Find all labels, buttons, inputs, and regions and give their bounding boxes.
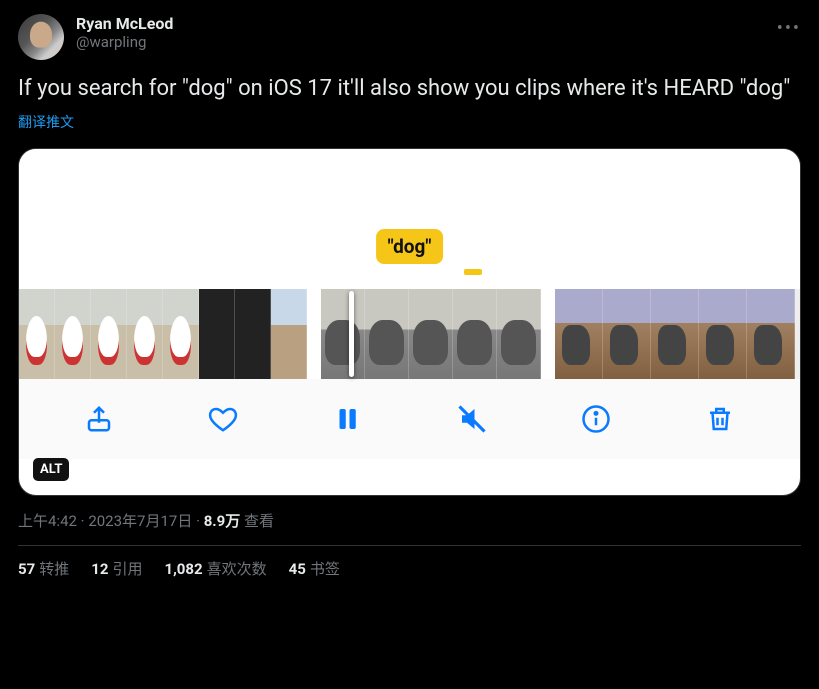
tweet-time: 上午4:42 bbox=[18, 512, 77, 530]
tweet-header: Ryan McLeod @warpling ••• bbox=[18, 14, 801, 60]
playhead-indicator[interactable] bbox=[349, 291, 354, 377]
tweet-date: 2023年7月17日 bbox=[88, 512, 192, 530]
clip-group-3[interactable] bbox=[555, 289, 795, 379]
media-card[interactable]: "dog" bbox=[18, 148, 801, 496]
handle: @warpling bbox=[76, 33, 765, 51]
clip-group-2[interactable] bbox=[321, 289, 541, 379]
search-term-badge: "dog" bbox=[376, 229, 444, 264]
info-icon[interactable] bbox=[576, 399, 616, 439]
timeline-marker bbox=[464, 269, 482, 275]
display-name: Ryan McLeod bbox=[76, 14, 765, 33]
views-label: 查看 bbox=[244, 512, 274, 530]
trash-icon[interactable] bbox=[700, 399, 740, 439]
video-filmstrip[interactable] bbox=[19, 289, 800, 379]
tweet-container: Ryan McLeod @warpling ••• If you search … bbox=[0, 0, 819, 589]
alt-badge[interactable]: ALT bbox=[33, 458, 69, 481]
mute-icon[interactable] bbox=[452, 399, 492, 439]
bookmarks-stat[interactable]: 45书签 bbox=[289, 558, 340, 579]
more-icon[interactable]: ••• bbox=[777, 14, 801, 39]
likes-stat[interactable]: 1,082喜欢次数 bbox=[164, 558, 266, 579]
views-count: 8.9万 bbox=[204, 512, 241, 530]
avatar[interactable] bbox=[18, 14, 64, 60]
tweet-meta[interactable]: 上午4:42 · 2023年7月17日 · 8.9万 查看 bbox=[18, 510, 801, 531]
share-icon[interactable] bbox=[79, 399, 119, 439]
stats-row: 57转推 12引用 1,082喜欢次数 45书签 bbox=[18, 558, 801, 579]
clip-group-1[interactable] bbox=[19, 289, 307, 379]
retweets-stat[interactable]: 57转推 bbox=[18, 558, 69, 579]
heart-icon[interactable] bbox=[203, 399, 243, 439]
media-toolbar bbox=[19, 379, 800, 459]
quotes-stat[interactable]: 12引用 bbox=[91, 558, 142, 579]
tweet-text: If you search for "dog" on iOS 17 it'll … bbox=[18, 74, 801, 104]
translate-link[interactable]: 翻译推文 bbox=[18, 112, 801, 132]
divider bbox=[18, 545, 801, 546]
media-top: "dog" bbox=[19, 149, 800, 289]
author-names[interactable]: Ryan McLeod @warpling bbox=[76, 14, 765, 51]
pause-icon[interactable] bbox=[327, 399, 367, 439]
